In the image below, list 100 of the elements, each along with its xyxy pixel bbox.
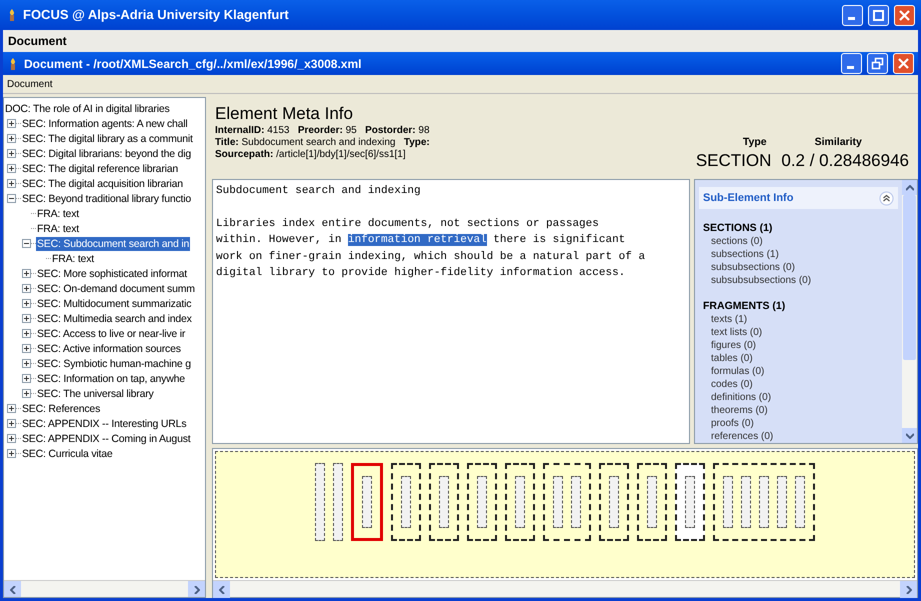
tree-item[interactable]: SEC: References <box>21 402 102 416</box>
group-item: theorems (0) <box>710 404 769 417</box>
tree-item[interactable]: SEC: On-demand document summ <box>36 282 196 296</box>
content-line: digital library to provide higher-fidelity information access. <box>216 266 626 281</box>
expand-icon[interactable] <box>7 179 16 188</box>
structure-bar <box>741 476 751 528</box>
structure-group[interactable] <box>391 463 421 541</box>
expand-icon[interactable] <box>22 299 31 308</box>
expand-icon[interactable] <box>22 344 31 353</box>
structure-bar <box>777 476 787 528</box>
tree-item[interactable]: SEC: The digital reference librarian <box>21 162 180 176</box>
maximize-button[interactable] <box>868 4 889 26</box>
tree-item[interactable]: SEC: Subdocument search and in <box>36 236 190 250</box>
expand-icon[interactable] <box>22 329 31 338</box>
tree-item[interactable]: SEC: Access to live or near-live ir <box>36 326 186 340</box>
tree-item[interactable]: SEC: The digital acquisition librarian <box>21 176 184 190</box>
expand-icon[interactable] <box>22 284 31 293</box>
minimize-button[interactable] <box>841 53 862 74</box>
expand-icon[interactable] <box>7 134 16 143</box>
tree-item[interactable]: SEC: Multimedia search and index <box>36 312 193 326</box>
content-line: within. However, in information retrieval there is significant <box>216 233 626 248</box>
tree-item[interactable]: SEC: Information agents: A new chall <box>21 116 189 130</box>
structure-group[interactable] <box>599 463 629 541</box>
similarity-value: 0.2 / 0.28486946 <box>781 151 909 171</box>
group-heading: FRAGMENTS (1) <box>703 300 786 313</box>
document-title: Document - /root/XMLSearch_cfg/../xml/ex/1996/_x3008.xml <box>24 56 362 72</box>
group-item: subsections (1) <box>710 248 780 261</box>
expand-icon[interactable] <box>22 374 31 383</box>
expand-icon[interactable] <box>22 314 31 323</box>
structure-bar <box>795 476 805 528</box>
tree-item[interactable]: SEC: APPENDIX -- Interesting URLs <box>21 416 188 430</box>
expand-icon[interactable] <box>22 359 31 368</box>
tree-item[interactable]: SEC: APPENDIX -- Coming in August <box>21 432 192 446</box>
structure-group[interactable] <box>675 463 705 541</box>
group-item: texts (1) <box>710 313 748 326</box>
similarity-label: Similarity <box>814 135 862 150</box>
group-item: references (0) <box>710 430 774 443</box>
minimize-button[interactable] <box>842 4 863 26</box>
collapse-icon[interactable] <box>7 194 16 203</box>
structure-bar <box>439 476 449 528</box>
structure-leaf[interactable] <box>333 463 343 541</box>
tree-item[interactable]: SEC: More sophisticated informat <box>36 266 188 280</box>
maximize-icon <box>872 8 885 22</box>
menu-item[interactable]: Document <box>8 32 67 50</box>
horizontal-scrollbar[interactable] <box>4 580 205 597</box>
close-icon <box>897 57 910 70</box>
structure-group[interactable] <box>505 463 535 541</box>
structure-group[interactable] <box>429 463 459 541</box>
meta-heading: Element Meta Info <box>215 103 354 125</box>
tree-item[interactable]: FRA: text <box>51 252 95 266</box>
structure-bar <box>759 476 769 528</box>
collapse-icon[interactable] <box>22 239 31 248</box>
vertical-scrollbar[interactable] <box>902 180 917 443</box>
expand-icon[interactable] <box>7 404 16 413</box>
structure-bar <box>723 476 733 528</box>
tree-item[interactable]: SEC: Digital librarians: beyond the dig <box>21 146 192 160</box>
tree-item[interactable]: SEC: Information on tap, anywhe <box>36 372 186 386</box>
structure-leaf[interactable] <box>315 463 325 541</box>
group-item: figures (0) <box>710 339 758 352</box>
horizontal-scrollbar[interactable] <box>213 580 917 597</box>
structure-bar <box>685 476 695 528</box>
content-line: Libraries index entire documents, not sections or passages <box>216 216 600 232</box>
expand-icon[interactable] <box>22 269 31 278</box>
tree-item[interactable]: SEC: The digital library as a communit <box>21 132 194 146</box>
restore-button[interactable] <box>867 53 888 74</box>
expand-icon[interactable] <box>7 434 16 443</box>
tree-item[interactable]: DOC: The role of AI in digital libraries <box>4 102 171 116</box>
tree-item[interactable]: SEC: Multidocument summarizatic <box>36 296 192 310</box>
structure-group[interactable] <box>637 463 667 541</box>
tree-item[interactable]: SEC: Curricula vitae <box>21 446 114 460</box>
menu-item[interactable]: Document <box>7 76 53 92</box>
tree-item[interactable]: SEC: Active information sources <box>36 342 182 356</box>
group-item: formulas (0) <box>710 365 766 378</box>
structure-group[interactable] <box>467 463 497 541</box>
expand-icon[interactable] <box>22 389 31 398</box>
expand-icon[interactable] <box>7 164 16 173</box>
expand-icon[interactable] <box>7 119 16 128</box>
tree-item[interactable]: FRA: text <box>36 222 80 236</box>
group-item: codes (0) <box>710 378 754 391</box>
group-item: text lists (0) <box>710 326 764 339</box>
minimize-icon <box>846 66 854 68</box>
structure-group[interactable] <box>351 463 383 541</box>
tree-item[interactable]: FRA: text <box>36 206 80 220</box>
meta-line: InternalID: 4153 Preorder: 95 Postorder: 98 <box>215 125 431 137</box>
close-button[interactable] <box>893 53 914 74</box>
tree-item[interactable]: SEC: Beyond traditional library functio <box>21 192 192 206</box>
collapse-chevron-icon[interactable] <box>879 190 894 206</box>
group-item: proofs (0) <box>710 417 755 430</box>
group-heading: SECTIONS (1) <box>703 222 774 235</box>
expand-icon[interactable] <box>7 449 16 458</box>
close-button[interactable] <box>894 4 915 26</box>
structure-bar <box>362 476 372 528</box>
structure-group[interactable] <box>713 463 815 541</box>
sub-element-title: Sub-Element Info <box>703 190 794 206</box>
structure-group[interactable] <box>543 463 591 541</box>
tree-item[interactable]: SEC: Symbiotic human-machine g <box>36 356 192 370</box>
expand-icon[interactable] <box>7 149 16 158</box>
restore-icon <box>871 57 884 70</box>
expand-icon[interactable] <box>7 419 16 428</box>
tree-item[interactable]: SEC: The universal library <box>36 386 155 400</box>
